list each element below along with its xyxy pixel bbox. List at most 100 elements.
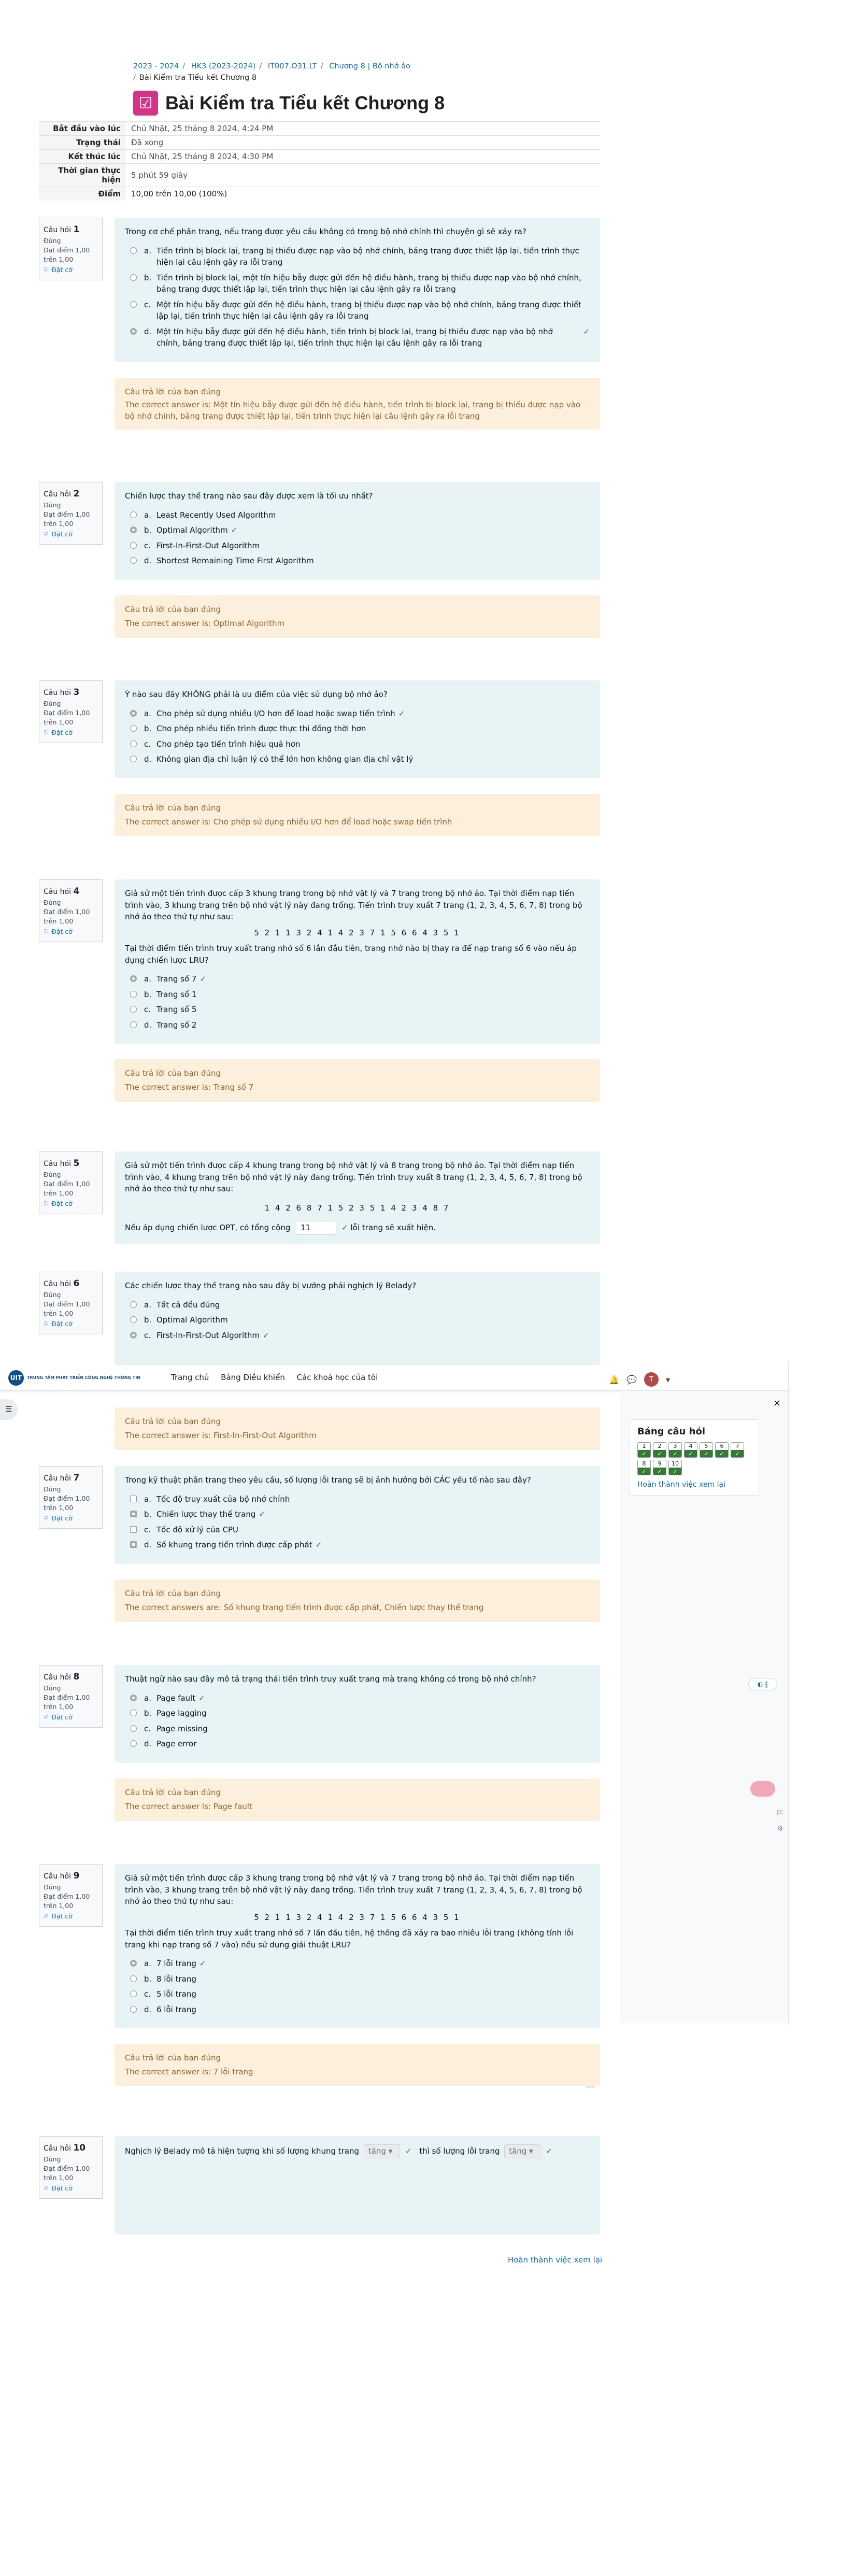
radio-button[interactable] (130, 2005, 137, 2013)
radio-button[interactable] (130, 557, 137, 564)
radio-button[interactable] (130, 1316, 137, 1323)
site-logo[interactable]: UIT TRUNG TÂM PHÁT TRIỂN CÔNG NGHỆ THÔNG… (8, 1370, 162, 1386)
chat-icon[interactable]: 💬 (626, 1375, 637, 1385)
radio-button[interactable] (130, 1301, 137, 1308)
radio-button[interactable] (130, 274, 137, 281)
radio-button-selected[interactable] (130, 1960, 137, 1967)
dropdown-select[interactable]: tăng ▾ (504, 2144, 541, 2158)
answer-option[interactable]: c. 5 lỗi trang (125, 1988, 590, 2000)
radio-button[interactable] (130, 301, 137, 308)
flag-question-link[interactable]: ⚐ Đặt cờ (44, 530, 98, 539)
finish-review-link[interactable]: Hoàn thành việc xem lại (508, 2255, 602, 2265)
answer-option[interactable]: b. Chiến lược thay thế trang ✓ (125, 1508, 590, 1520)
answer-option[interactable]: b. Optimal Algorithm (125, 1314, 590, 1326)
answer-option[interactable]: d. Số khung trang tiến trình được cấp phá… (125, 1539, 590, 1551)
answer-option[interactable]: b. Optimal Algorithm ✓ (125, 524, 590, 536)
question-nav-button[interactable]: 5 ✓ (700, 1442, 713, 1458)
answer-option[interactable]: b. Tiến trình bị block lại, một tín hiệu … (125, 272, 590, 295)
side-tool-icon[interactable]: ⎘ (777, 1810, 782, 1817)
answer-option[interactable]: d. Page error (125, 1738, 590, 1750)
breadcrumb-item[interactable]: 2023 - 2024 (133, 62, 179, 70)
radio-button[interactable] (130, 1021, 137, 1028)
answer-option[interactable]: a. Tiến trình bị block lại, trang bị thiế… (125, 245, 590, 268)
radio-button[interactable] (130, 725, 137, 732)
answer-option[interactable]: a. Page fault ✓ (125, 1692, 590, 1704)
question-nav-button[interactable]: 8 ✓ (637, 1460, 651, 1475)
answer-option[interactable]: c. First-In-First-Out Algorithm ✓ (125, 1330, 590, 1342)
question-nav-button[interactable]: 3 ✓ (668, 1442, 682, 1458)
nav-dashboard[interactable]: Bảng Điều khiển (221, 1373, 285, 1382)
dropdown-select[interactable]: tăng ▾ (363, 2144, 400, 2158)
flag-question-link[interactable]: ⚐ Đặt cờ (44, 1713, 98, 1722)
flag-question-link[interactable]: ⚐ Đặt cờ (44, 2184, 98, 2193)
answer-option[interactable]: a. Trang số 7 ✓ (125, 973, 590, 985)
radio-button[interactable] (130, 1990, 137, 1997)
flag-question-link[interactable]: ⚐ Đặt cờ (44, 1199, 98, 1208)
question-nav-button[interactable]: 6 ✓ (715, 1442, 729, 1458)
finish-review-link[interactable]: Hoàn thành việc xem lại (637, 1481, 751, 1489)
flag-question-link[interactable]: ⚐ Đặt cờ (44, 1319, 98, 1329)
answer-option[interactable]: a. Tốc độ truy xuất của bộ nhớ chính (125, 1493, 590, 1505)
question-nav-button[interactable]: 4 ✓ (684, 1442, 697, 1458)
answer-option[interactable]: c. Cho phép tạo tiến trình hiệu quả hơn (125, 738, 590, 750)
answer-option[interactable]: b. Trang số 1 (125, 989, 590, 1001)
radio-button[interactable] (130, 1710, 137, 1716)
answer-option[interactable]: a. 7 lỗi trang ✓ (125, 1958, 590, 1970)
breadcrumb-item[interactable]: IT007.O31.LT (268, 62, 317, 70)
close-icon[interactable]: ✕ (773, 1398, 781, 1409)
nav-home[interactable]: Trang chủ (171, 1373, 209, 1382)
answer-option[interactable]: d. Shortest Remaining Time First Algorith… (125, 555, 590, 567)
answer-option[interactable]: a. Cho phép sử dụng nhiều I/O hơn để load… (125, 708, 590, 720)
chevron-down-icon[interactable]: ▾ (666, 1375, 670, 1385)
answer-option[interactable]: c. First-In-First-Out Algorithm (125, 540, 590, 552)
answer-option[interactable]: c. Page missing (125, 1723, 590, 1735)
radio-button[interactable] (130, 511, 137, 518)
radio-button-selected[interactable] (130, 1694, 137, 1701)
radio-button-selected[interactable] (130, 975, 137, 982)
breadcrumb-item[interactable]: Chương 8 | Bộ nhớ ảo (329, 62, 410, 70)
answer-option[interactable]: b. Cho phép nhiều tiến trình được thực th… (125, 723, 590, 735)
radio-button[interactable] (130, 756, 137, 762)
radio-button[interactable] (130, 247, 137, 254)
radio-button[interactable] (130, 740, 137, 747)
radio-button[interactable] (130, 1725, 137, 1732)
open-course-index-button[interactable]: ☰ (0, 1399, 18, 1420)
breadcrumb-item[interactable]: HK3 (2023-2024) (191, 62, 256, 70)
question-nav-button[interactable]: 9 ✓ (653, 1460, 666, 1475)
radio-button[interactable] (130, 542, 137, 549)
answer-option[interactable]: c. Một tín hiệu bẫy được gửi đến hệ điều … (125, 299, 590, 322)
radio-button-selected[interactable] (130, 526, 137, 533)
accessibility-toggle[interactable]: ◐ ‖ (748, 1678, 777, 1690)
answer-input[interactable]: 11 (295, 1221, 337, 1235)
flag-question-link[interactable]: ⚐ Đặt cờ (44, 927, 98, 936)
checkbox[interactable] (130, 1495, 137, 1502)
flag-question-link[interactable]: ⚐ Đặt cờ (44, 728, 98, 737)
checkbox[interactable] (130, 1526, 137, 1533)
radio-button-selected[interactable] (130, 1331, 137, 1339)
bell-icon[interactable]: 🔔 (609, 1375, 619, 1385)
answer-option[interactable]: a. Tất cả đều đúng (125, 1299, 590, 1311)
radio-button[interactable] (130, 1006, 137, 1013)
radio-button-selected[interactable] (130, 328, 137, 335)
answer-option[interactable]: b. Page lagging (125, 1707, 590, 1719)
flag-question-link[interactable]: ⚐ Đặt cờ (44, 1912, 98, 1921)
answer-option[interactable]: c. Tốc độ xử lý của CPU (125, 1524, 590, 1536)
radio-button[interactable] (130, 990, 137, 998)
avatar[interactable]: T (644, 1372, 659, 1387)
answer-option[interactable]: a. Least Recently Used Algorithm (125, 509, 590, 521)
question-nav-button[interactable]: 10 ✓ (668, 1460, 682, 1475)
chat-widget-button[interactable] (750, 1781, 775, 1797)
nav-my-courses[interactable]: Các khoá học của tôi (297, 1373, 378, 1382)
question-nav-button[interactable]: 7 ✓ (731, 1442, 744, 1458)
radio-button[interactable] (130, 1975, 137, 1982)
settings-icon[interactable]: ⚙ (777, 1825, 783, 1833)
flag-question-link[interactable]: ⚐ Đặt cờ (44, 1514, 98, 1523)
answer-option[interactable]: d. Một tín hiệu bẫy được gửi đến hệ điều … (125, 326, 590, 349)
radio-button-selected[interactable] (130, 709, 137, 717)
answer-option[interactable]: d. Không gian địa chỉ luận lý có thể lớn … (125, 753, 590, 765)
radio-button[interactable] (130, 1740, 137, 1747)
answer-option[interactable]: d. Trang số 2 (125, 1019, 590, 1031)
checkbox-checked[interactable] (130, 1511, 137, 1517)
question-nav-button[interactable]: 2 ✓ (653, 1442, 666, 1458)
flag-question-link[interactable]: ⚐ Đặt cờ (44, 265, 98, 275)
